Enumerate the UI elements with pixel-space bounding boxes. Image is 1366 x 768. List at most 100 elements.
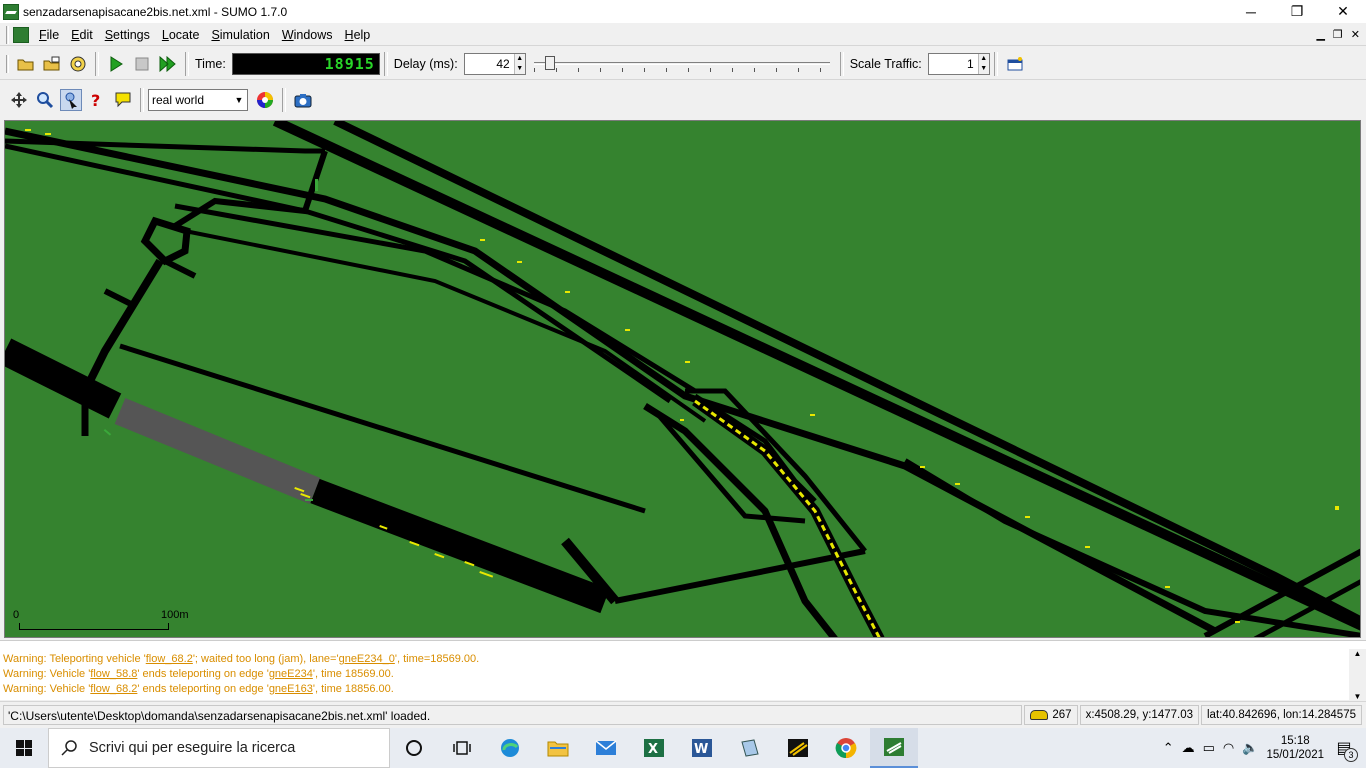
road — [5, 138, 325, 154]
mdi-window-icon[interactable] — [13, 26, 29, 43]
scale-line — [19, 629, 169, 630]
new-view-button[interactable] — [1004, 53, 1026, 75]
message-scrollbar[interactable]: ▲ ▼ — [1349, 649, 1366, 701]
spin-up-icon[interactable]: ▲ — [979, 54, 989, 64]
stop-button[interactable] — [131, 53, 153, 75]
lane-link[interactable]: gneE234_0 — [339, 653, 395, 665]
toolbar-separator — [839, 51, 844, 76]
menu-simulation[interactable]: Simulation — [207, 28, 277, 42]
message-line: Warning: Vehicle 'flow_68.2' ends telepo… — [0, 682, 1366, 697]
edge-app[interactable] — [486, 728, 534, 768]
cortana-button[interactable] — [390, 728, 438, 768]
mail-app[interactable] — [582, 728, 630, 768]
step-button[interactable] — [157, 53, 179, 75]
scroll-up-icon[interactable]: ▲ — [1354, 649, 1362, 658]
minimize-button[interactable]: ─ — [1228, 0, 1274, 23]
vehicle-link[interactable]: flow_68.2 — [146, 653, 193, 665]
taskbar-search[interactable]: Scrivi qui per eseguire la ricerca — [48, 728, 390, 768]
delay-spinner[interactable]: 42 ▲ ▼ — [463, 52, 526, 75]
slider-thumb[interactable] — [544, 55, 555, 70]
menu-windows[interactable]: Windows — [278, 28, 341, 42]
delay-slider[interactable] — [533, 53, 830, 75]
toolbar-grip — [6, 54, 9, 73]
road — [903, 458, 1360, 637]
time-display[interactable]: 18915 — [231, 52, 380, 75]
netedit-app[interactable] — [774, 728, 822, 768]
menu-help[interactable]: Help — [341, 28, 379, 42]
svg-text:X: X — [648, 742, 658, 757]
notepad-app[interactable] — [726, 728, 774, 768]
wide-road-gray — [114, 398, 321, 504]
menu-edit[interactable]: Edit — [67, 28, 101, 42]
screenshot-button[interactable] — [292, 89, 314, 111]
wide-road — [310, 478, 610, 614]
onedrive-icon[interactable]: ☁ — [1182, 740, 1195, 756]
simulation-map-canvas[interactable]: 0 100m — [4, 120, 1361, 638]
road-network — [5, 121, 1360, 637]
close-button[interactable]: ✕ — [1320, 0, 1366, 23]
battery-icon[interactable]: ▭ — [1203, 740, 1215, 756]
file-explorer-app[interactable] — [534, 728, 582, 768]
zoom-button[interactable] — [34, 89, 56, 111]
spin-down-icon[interactable]: ▼ — [979, 64, 989, 74]
word-app[interactable]: W — [678, 728, 726, 768]
start-button[interactable] — [0, 728, 48, 768]
maximize-button[interactable]: ❐ — [1274, 0, 1320, 23]
spin-up-icon[interactable]: ▲ — [515, 54, 525, 64]
netedit-icon — [788, 739, 808, 757]
road — [81, 258, 164, 393]
chrome-app[interactable] — [822, 728, 870, 768]
chevron-down-icon[interactable]: ▼ — [231, 90, 247, 110]
edge-link[interactable]: gneE163 — [269, 683, 313, 695]
color-scheme-select[interactable]: real world ▼ — [148, 89, 248, 111]
message-text: ', time 18856.00. — [312, 683, 394, 695]
time-label: Time: — [195, 56, 226, 71]
cursor-locate-icon — [65, 92, 77, 109]
scroll-down-icon[interactable]: ▼ — [1354, 692, 1362, 701]
vehicle-link[interactable]: flow_68.2 — [90, 683, 137, 695]
chevron-up-icon[interactable]: ⌃ — [1163, 740, 1174, 756]
menu-settings[interactable]: Settings — [101, 28, 158, 42]
message-text: '; waited too long (jam), lane=' — [192, 653, 339, 665]
message-text: ', time 18569.00. — [312, 668, 394, 680]
svg-text:W: W — [694, 742, 708, 757]
mdi-restore-button[interactable]: ❐ — [1333, 28, 1343, 41]
reload-icon — [70, 56, 86, 71]
edge-link[interactable]: gneE234 — [269, 668, 313, 680]
road — [103, 288, 137, 309]
view-toolbar: ? real world ▼ — [0, 84, 1366, 116]
sumo-gui-app[interactable] — [870, 728, 918, 768]
action-center-button[interactable]: ▤ 3 — [1332, 736, 1358, 762]
mdi-minimize-button[interactable]: ▁ — [1316, 28, 1324, 41]
menu-locate[interactable]: Locate — [158, 28, 208, 42]
toolbar-separator — [140, 88, 144, 112]
edit-coloring-button[interactable] — [254, 89, 276, 111]
open-simulation-button[interactable] — [15, 53, 37, 75]
open-network-button[interactable] — [41, 53, 63, 75]
volume-icon[interactable]: 🔈 — [1242, 740, 1258, 756]
reload-button[interactable] — [67, 53, 89, 75]
windows-logo-icon — [16, 740, 32, 756]
menu-file[interactable]: File — [35, 28, 67, 42]
locate-button[interactable] — [60, 89, 82, 111]
scale-traffic-value[interactable]: 1 — [929, 57, 978, 71]
excel-app[interactable]: X — [630, 728, 678, 768]
help-button[interactable]: ? — [86, 89, 108, 111]
wifi-icon[interactable]: ◠ — [1223, 740, 1234, 756]
vehicle-link[interactable]: flow_58.8 — [90, 668, 137, 680]
tooltip-button[interactable] — [112, 89, 134, 111]
message-window[interactable]: Warning: Teleporting vehicle 'flow_68.2'… — [0, 640, 1366, 701]
message-text: Warning: Teleporting vehicle ' — [3, 653, 146, 665]
svg-text:?: ? — [91, 91, 100, 109]
scale-length-label: 100m — [161, 609, 189, 621]
run-button[interactable] — [105, 53, 127, 75]
scale-traffic-spinner[interactable]: 1 ▲ ▼ — [927, 52, 990, 75]
task-view-button[interactable] — [438, 728, 486, 768]
spin-down-icon[interactable]: ▼ — [515, 64, 525, 74]
taskbar-clock[interactable]: 15:18 15/01/2021 — [1266, 734, 1324, 762]
mdi-close-button[interactable]: ✕ — [1351, 28, 1360, 41]
delay-value[interactable]: 42 — [465, 57, 514, 71]
clock-date: 15/01/2021 — [1266, 749, 1324, 761]
recenter-view-button[interactable] — [8, 89, 30, 111]
scale-bar: 0 100m — [13, 605, 213, 635]
